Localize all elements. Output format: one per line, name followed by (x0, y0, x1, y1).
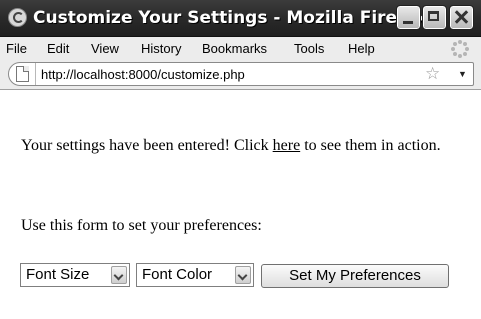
chevron-down-icon[interactable] (235, 266, 251, 284)
close-button[interactable] (449, 5, 474, 30)
menu-bar: File Edit View History Bookmarks Tools H… (0, 37, 481, 60)
url-text[interactable]: http://localhost:8000/customize.php (41, 67, 245, 82)
font-color-value: Font Color (142, 266, 213, 283)
window-title: Customize Your Settings - Mozilla Firefo… (33, 8, 428, 28)
menu-help[interactable]: Help (348, 41, 375, 56)
form-intro: Use this form to set your preferences: (21, 217, 262, 234)
maximize-button[interactable] (422, 5, 447, 30)
menu-bookmarks[interactable]: Bookmarks (202, 41, 267, 56)
page-icon[interactable] (16, 66, 29, 82)
font-size-select[interactable]: Font Size (20, 263, 130, 287)
menu-tools[interactable]: Tools (294, 41, 324, 56)
minimize-button[interactable] (396, 5, 421, 30)
here-link[interactable]: here (273, 137, 301, 154)
message-text-after: to see them in action. (300, 137, 441, 154)
menu-file[interactable]: File (6, 41, 27, 56)
chevron-down-icon[interactable] (111, 266, 127, 284)
font-size-value: Font Size (26, 266, 90, 283)
throbber-icon (451, 40, 469, 58)
firefox-icon[interactable] (8, 8, 27, 27)
menu-history[interactable]: History (141, 41, 181, 56)
title-bar[interactable]: Customize Your Settings - Mozilla Firefo… (0, 0, 481, 37)
navigation-bar: http://localhost:8000/customize.php ☆ ▼ (0, 60, 481, 88)
settings-message: Your settings have been entered! Click h… (21, 134, 461, 157)
set-preferences-button[interactable]: Set My Preferences (261, 264, 449, 288)
address-bar[interactable]: http://localhost:8000/customize.php ☆ ▼ (8, 62, 474, 86)
menu-edit[interactable]: Edit (47, 41, 69, 56)
url-dropdown-icon[interactable]: ▼ (458, 66, 467, 82)
font-color-select[interactable]: Font Color (136, 263, 254, 287)
url-separator (35, 63, 36, 85)
browser-window: Customize Your Settings - Mozilla Firefo… (0, 0, 481, 319)
bookmark-star-icon[interactable]: ☆ (425, 64, 440, 84)
menu-view[interactable]: View (91, 41, 119, 56)
message-text-before: Your settings have been entered! Click (21, 137, 273, 154)
page-content: Your settings have been entered! Click h… (0, 89, 481, 319)
